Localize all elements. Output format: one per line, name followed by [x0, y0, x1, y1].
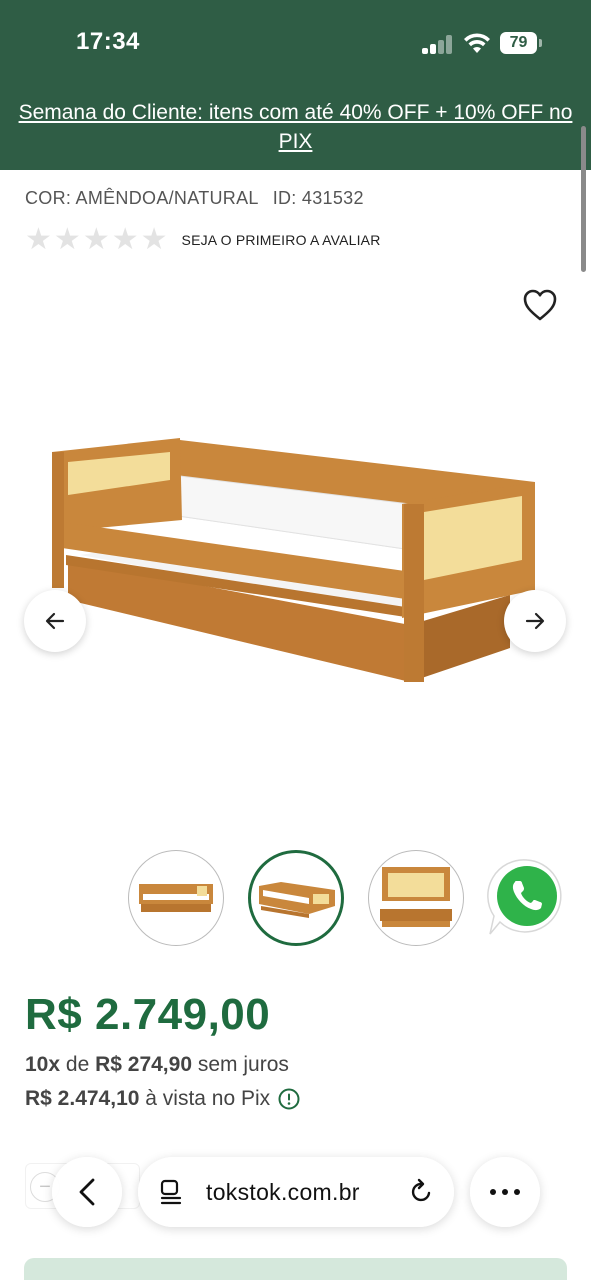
gallery-thumbnail-3[interactable]: [368, 850, 464, 946]
more-icon: [490, 1189, 520, 1195]
star-icon: ★: [111, 223, 139, 256]
browser-back-button[interactable]: [52, 1157, 122, 1227]
product-image: [52, 438, 535, 682]
thumbnail-image: [139, 884, 213, 912]
installments-amount: R$ 274,90: [95, 1053, 193, 1076]
rating[interactable]: ★ ★ ★ ★ ★ SEJA O PRIMEIRO A AVALIAR: [25, 224, 381, 256]
arrow-left-icon: [45, 612, 65, 630]
gallery-prev-button[interactable]: [24, 590, 86, 652]
heart-icon[interactable]: [522, 288, 558, 322]
status-bar: 17:34 79: [0, 0, 591, 90]
installments-connector: de: [65, 1053, 90, 1076]
page-scrollbar[interactable]: [581, 126, 586, 272]
star-icon: ★: [53, 223, 81, 256]
status-time: 17:34: [76, 28, 140, 55]
gallery-next-button[interactable]: [504, 590, 566, 652]
thumbnail-image: [380, 867, 452, 927]
product-id: ID: 431532: [272, 188, 364, 208]
star-icon: ★: [82, 223, 110, 256]
wifi-icon: [464, 33, 490, 53]
installments-info: 10x de R$ 274,90 sem juros: [25, 1053, 289, 1077]
pix-amount: R$ 2.474,10: [25, 1087, 140, 1110]
promo-banner-link[interactable]: Semana do Cliente: itens com até 40% OFF…: [10, 98, 581, 156]
browser-address-bar[interactable]: tokstok.com.br: [138, 1157, 454, 1227]
product-meta: COR: AMÊNDOA/NATURAL ID: 431532: [25, 188, 364, 209]
star-icon: ★: [140, 223, 168, 256]
header: 17:34 79 Semana do Cliente: itens com at…: [0, 0, 591, 170]
info-icon[interactable]: [278, 1088, 300, 1110]
star-icon: ★: [25, 223, 52, 256]
browser-more-button[interactable]: [470, 1157, 540, 1227]
color-label: COR: AMÊNDOA/NATURAL: [25, 188, 259, 208]
product-price: R$ 2.749,00: [25, 990, 271, 1039]
installments-suffix: sem juros: [197, 1053, 289, 1076]
whatsapp-icon[interactable]: [486, 856, 568, 938]
rating-stars: ★ ★ ★ ★ ★: [25, 225, 168, 255]
battery-level: 79: [500, 32, 537, 54]
battery-icon: 79: [500, 32, 542, 54]
reload-icon[interactable]: [408, 1178, 436, 1206]
arrow-right-icon: [525, 612, 545, 630]
page-menu-icon[interactable]: [158, 1179, 184, 1205]
thumbnail-image: [259, 882, 335, 918]
gallery-thumbnail-1[interactable]: [128, 850, 224, 946]
signal-icon: [422, 34, 454, 54]
chevron-left-icon: [79, 1178, 95, 1206]
gallery-thumbnail-2[interactable]: [248, 850, 344, 946]
review-cta-link[interactable]: SEJA O PRIMEIRO A AVALIAR: [182, 232, 381, 248]
pix-suffix: à vista no Pix: [145, 1087, 271, 1110]
installments-count: 10x: [25, 1053, 61, 1076]
browser-url[interactable]: tokstok.com.br: [206, 1179, 360, 1206]
pix-price-info: R$ 2.474,10 à vista no Pix: [25, 1087, 300, 1111]
add-to-cart-button[interactable]: [24, 1258, 567, 1280]
